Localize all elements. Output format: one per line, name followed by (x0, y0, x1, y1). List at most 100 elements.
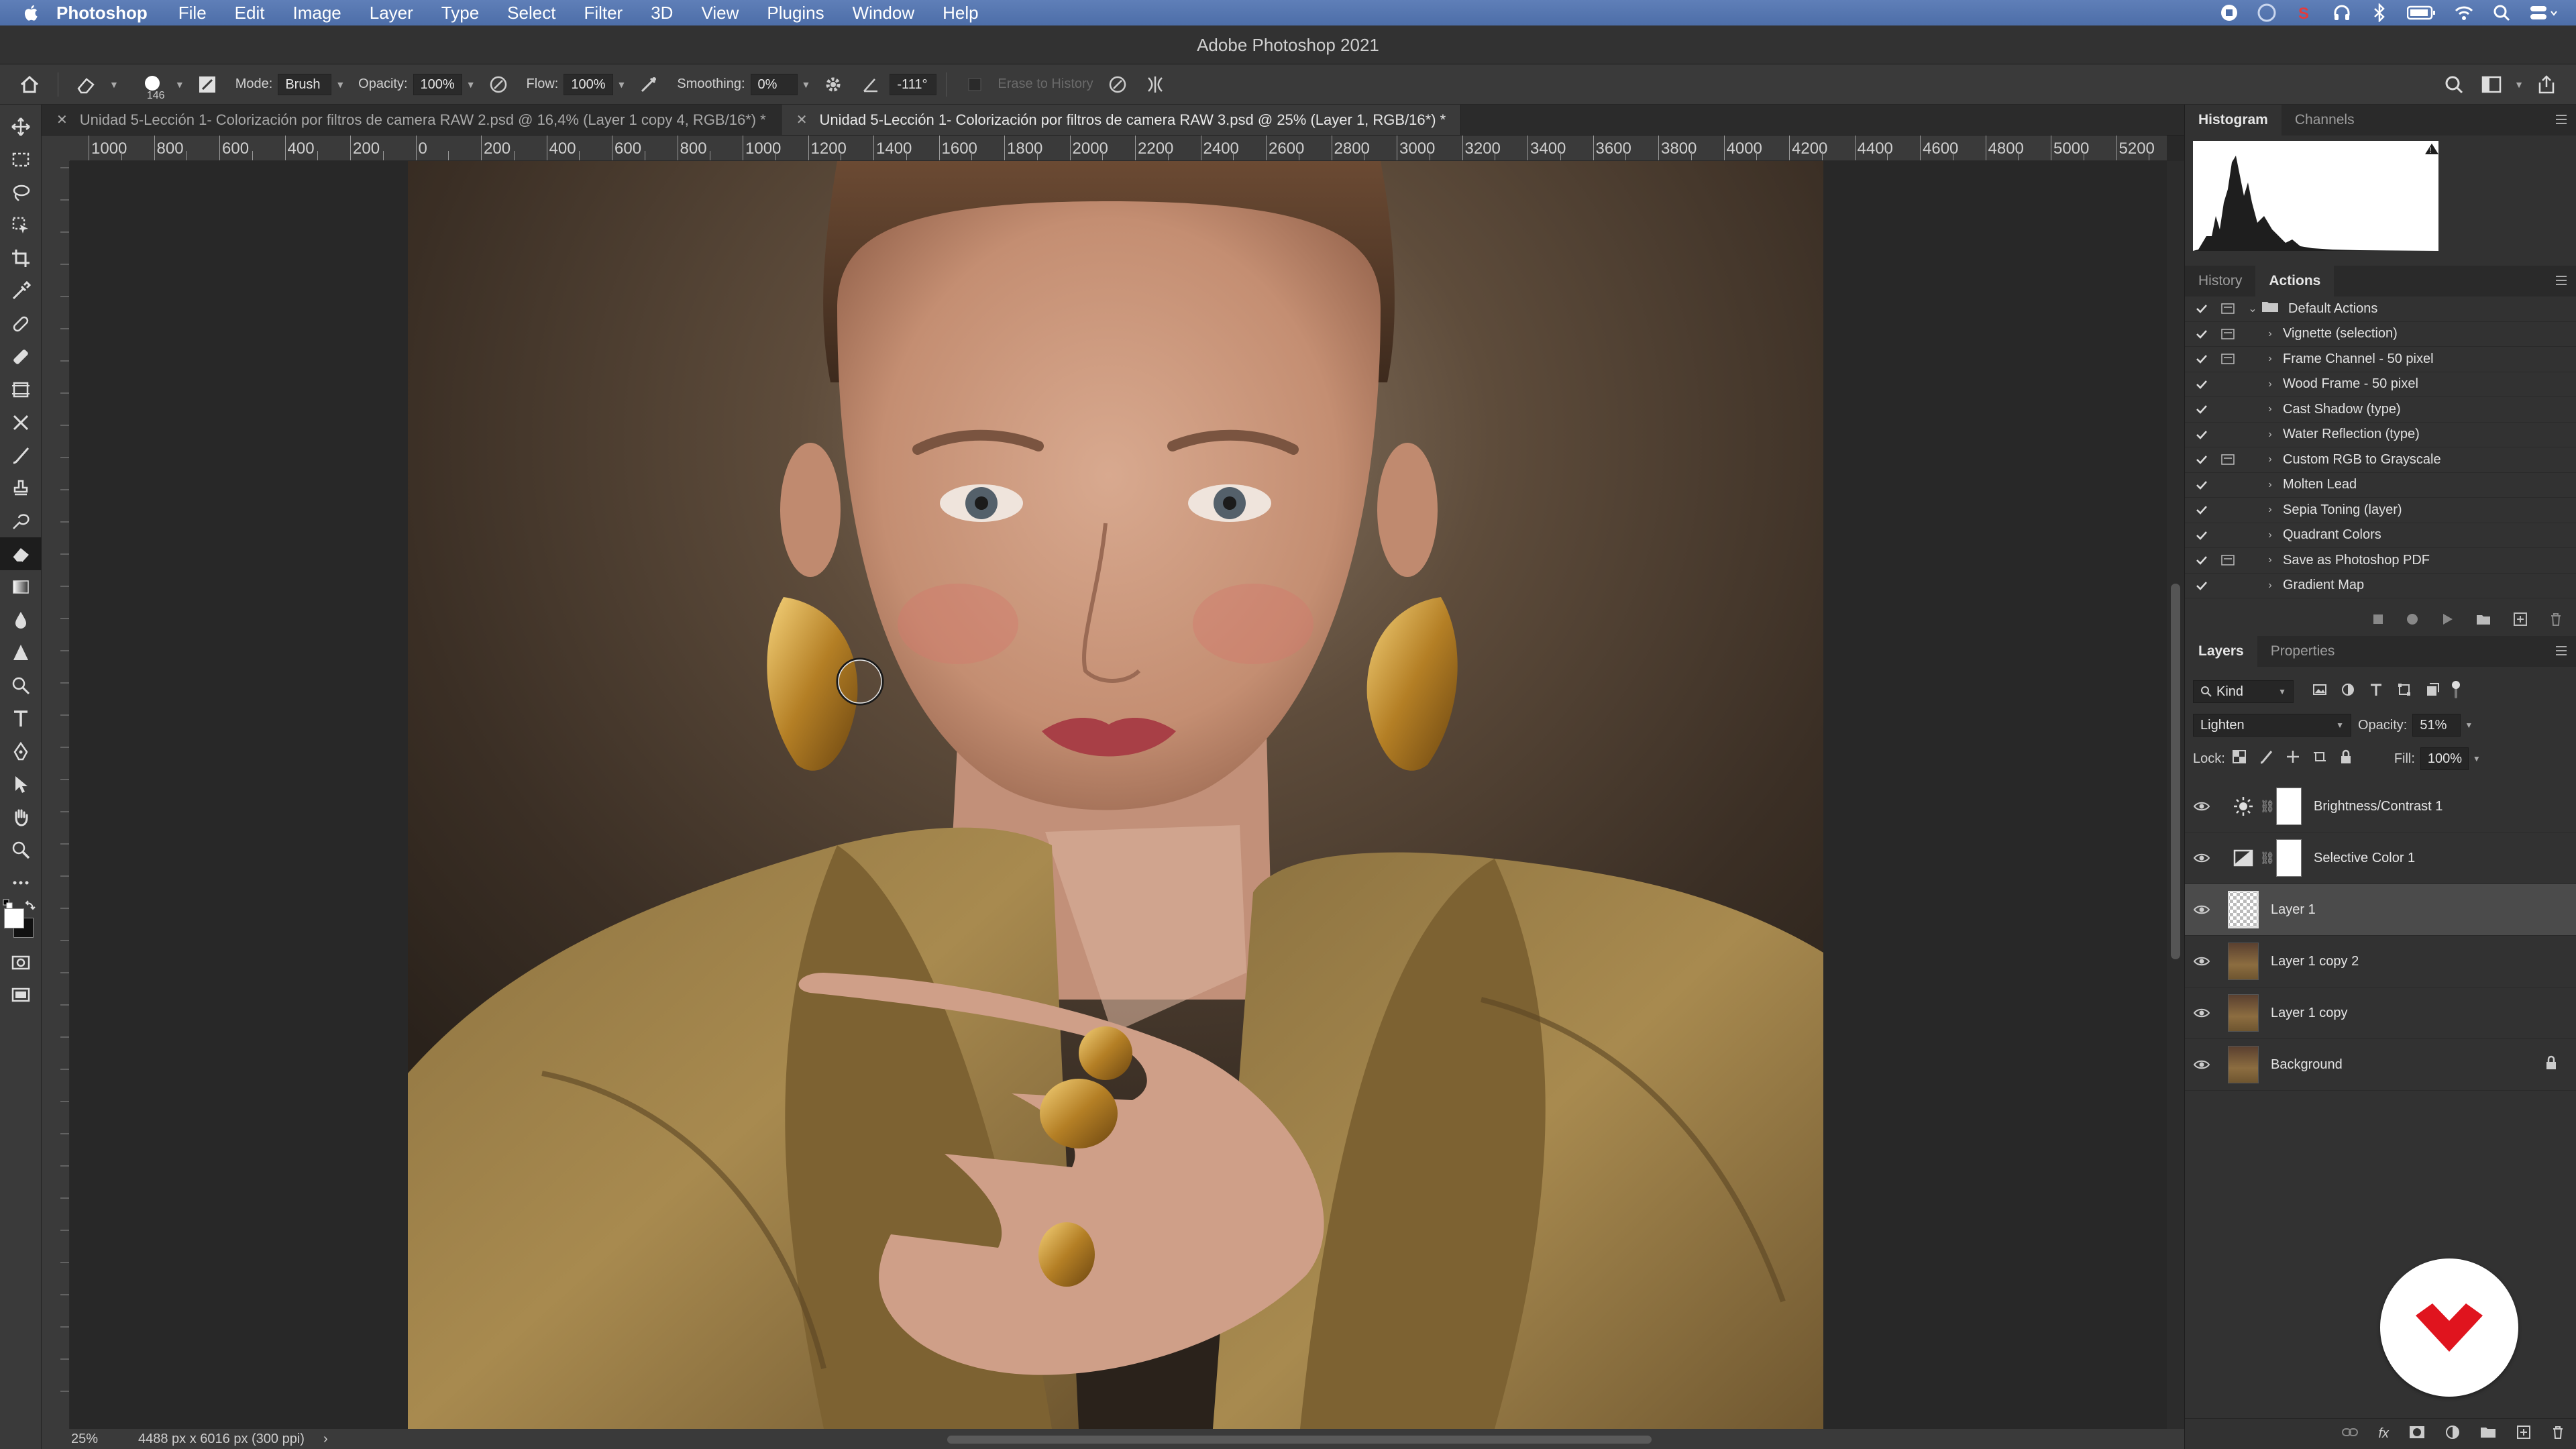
link-icon[interactable]: ⛓ (2259, 851, 2276, 865)
menu-layer[interactable]: Layer (370, 3, 413, 23)
mode-select[interactable]: Brush (278, 73, 332, 95)
chevron-down-icon[interactable]: ▼ (109, 79, 119, 90)
lock-transparent-icon[interactable] (2232, 749, 2247, 768)
visibility-eye-icon[interactable] (2185, 1008, 2218, 1018)
menu-3d[interactable]: 3D (651, 3, 673, 23)
lock-icon[interactable] (2545, 1055, 2557, 1074)
action-row[interactable]: › Quadrant Colors (2185, 523, 2576, 548)
eraser-tool-icon[interactable] (0, 537, 42, 570)
document-tab[interactable]: ✕ Unidad 5-Lección 1- Colorización por f… (42, 105, 782, 135)
record-icon[interactable] (2219, 3, 2239, 23)
layer-thumbnail[interactable] (2228, 943, 2259, 980)
fill-input[interactable]: 100% (2420, 747, 2469, 770)
check-icon[interactable] (2193, 429, 2210, 440)
panel-menu-icon[interactable] (2555, 644, 2568, 661)
new-group-icon[interactable] (2480, 1426, 2496, 1442)
link-layers-icon[interactable] (2342, 1427, 2359, 1441)
check-icon[interactable] (2193, 404, 2210, 415)
search-icon[interactable] (2440, 71, 2467, 98)
tab-histogram[interactable]: Histogram (2185, 105, 2282, 136)
clone-stamp-tool-icon[interactable] (0, 472, 42, 504)
scissors-tool-icon[interactable] (0, 406, 42, 439)
bluetooth-icon[interactable] (2369, 3, 2390, 23)
path-pen-tool-icon[interactable] (0, 735, 42, 767)
filter-pixel-icon[interactable] (2312, 682, 2327, 701)
battery-icon[interactable] (2407, 3, 2436, 23)
dialog-toggle-icon[interactable] (2221, 429, 2236, 441)
control-center-icon[interactable] (2529, 3, 2559, 23)
trash-icon[interactable] (2549, 612, 2563, 630)
check-icon[interactable] (2193, 480, 2210, 490)
tab-history[interactable]: History (2185, 266, 2255, 297)
chevron-right-icon[interactable]: › (2261, 353, 2279, 365)
lock-all-icon[interactable] (2339, 749, 2353, 768)
lock-pixels-icon[interactable] (2259, 749, 2273, 768)
visibility-eye-icon[interactable] (2185, 801, 2218, 812)
action-row[interactable]: › Custom RGB to Grayscale (2185, 447, 2576, 473)
chevron-down-icon[interactable]: ▼ (335, 79, 345, 90)
layer-row[interactable]: Background (2185, 1039, 2576, 1091)
dialog-toggle-icon[interactable] (2221, 580, 2236, 592)
layer-row[interactable]: ⛓ Brightness/Contrast 1 (2185, 781, 2576, 833)
apple-icon[interactable] (21, 3, 42, 23)
frame-tool-icon[interactable] (0, 373, 42, 406)
pressure-size-icon[interactable] (1104, 71, 1131, 98)
chevron-right-icon[interactable]: › (2261, 580, 2279, 592)
check-icon[interactable] (2193, 580, 2210, 591)
menu-image[interactable]: Image (292, 3, 341, 23)
chevron-right-icon[interactable]: › (2261, 479, 2279, 491)
gear-icon[interactable] (820, 71, 847, 98)
zoom-level[interactable]: 25% (71, 1432, 111, 1447)
pen-tool-icon[interactable] (0, 669, 42, 702)
type-tool-icon[interactable] (0, 702, 42, 735)
close-icon[interactable]: ✕ (56, 111, 68, 128)
layer-mask-thumbnail[interactable] (2276, 788, 2302, 825)
eyedropper-tool-icon[interactable] (0, 274, 42, 307)
chevron-down-icon[interactable]: ▼ (802, 79, 811, 90)
color-swatches[interactable] (0, 899, 41, 946)
layer-name[interactable]: Selective Color 1 (2314, 851, 2415, 866)
layer-thumbnail[interactable] (2228, 1046, 2259, 1083)
layer-name[interactable]: Brightness/Contrast 1 (2314, 799, 2443, 814)
delete-layer-icon[interactable] (2551, 1425, 2565, 1443)
link-icon[interactable]: ⛓ (2259, 800, 2276, 814)
brush-settings-icon[interactable] (194, 71, 221, 98)
menu-view[interactable]: View (701, 3, 739, 23)
check-icon[interactable] (2193, 530, 2210, 541)
wifi-icon[interactable] (2454, 3, 2474, 23)
lock-position-icon[interactable] (2286, 749, 2300, 768)
check-icon[interactable] (2193, 303, 2210, 314)
menu-plugins[interactable]: Plugins (767, 3, 824, 23)
action-row[interactable]: › Gradient Map (2185, 574, 2576, 598)
gradient-tool-icon[interactable] (0, 570, 42, 603)
canvas-area[interactable] (70, 161, 2167, 1429)
screen-mode-icon[interactable] (0, 979, 42, 1012)
dodge-tool-icon[interactable] (0, 636, 42, 669)
action-row[interactable]: › Cast Shadow (type) (2185, 397, 2576, 423)
new-adjustment-icon[interactable] (2445, 1425, 2460, 1443)
chevron-down-icon[interactable]: ⌄ (2244, 302, 2261, 315)
layer-row[interactable]: Layer 1 copy (2185, 987, 2576, 1039)
dialog-toggle-icon[interactable] (2221, 353, 2236, 365)
layer-row[interactable]: Layer 1 copy 2 (2185, 936, 2576, 987)
scroll-thumb[interactable] (2171, 584, 2180, 959)
crop-tool-icon[interactable] (0, 241, 42, 274)
check-icon[interactable] (2193, 454, 2210, 465)
dialog-toggle-icon[interactable] (2221, 453, 2236, 466)
patch-tool-icon[interactable] (0, 340, 42, 373)
angle-input[interactable]: -111° (890, 73, 937, 95)
menu-select[interactable]: Select (507, 3, 555, 23)
document-canvas-photo[interactable] (408, 161, 1823, 1429)
move-tool-icon[interactable] (0, 110, 42, 143)
layer-style-icon[interactable]: fx (2378, 1426, 2389, 1442)
hand-tool-icon[interactable] (0, 800, 42, 833)
brush-preset-picker[interactable] (139, 71, 166, 98)
opacity-input[interactable]: 100% (413, 73, 462, 95)
blend-mode-select[interactable]: Lighten ▼ (2193, 714, 2351, 737)
menu-file[interactable]: File (178, 3, 207, 23)
dialog-toggle-icon[interactable] (2221, 378, 2236, 390)
layer-row[interactable]: Layer 1 (2185, 884, 2576, 936)
home-icon[interactable] (16, 71, 43, 98)
dialog-toggle-icon[interactable] (2221, 328, 2236, 340)
document-tab-active[interactable]: ✕ Unidad 5-Lección 1- Colorización por f… (781, 105, 1462, 135)
